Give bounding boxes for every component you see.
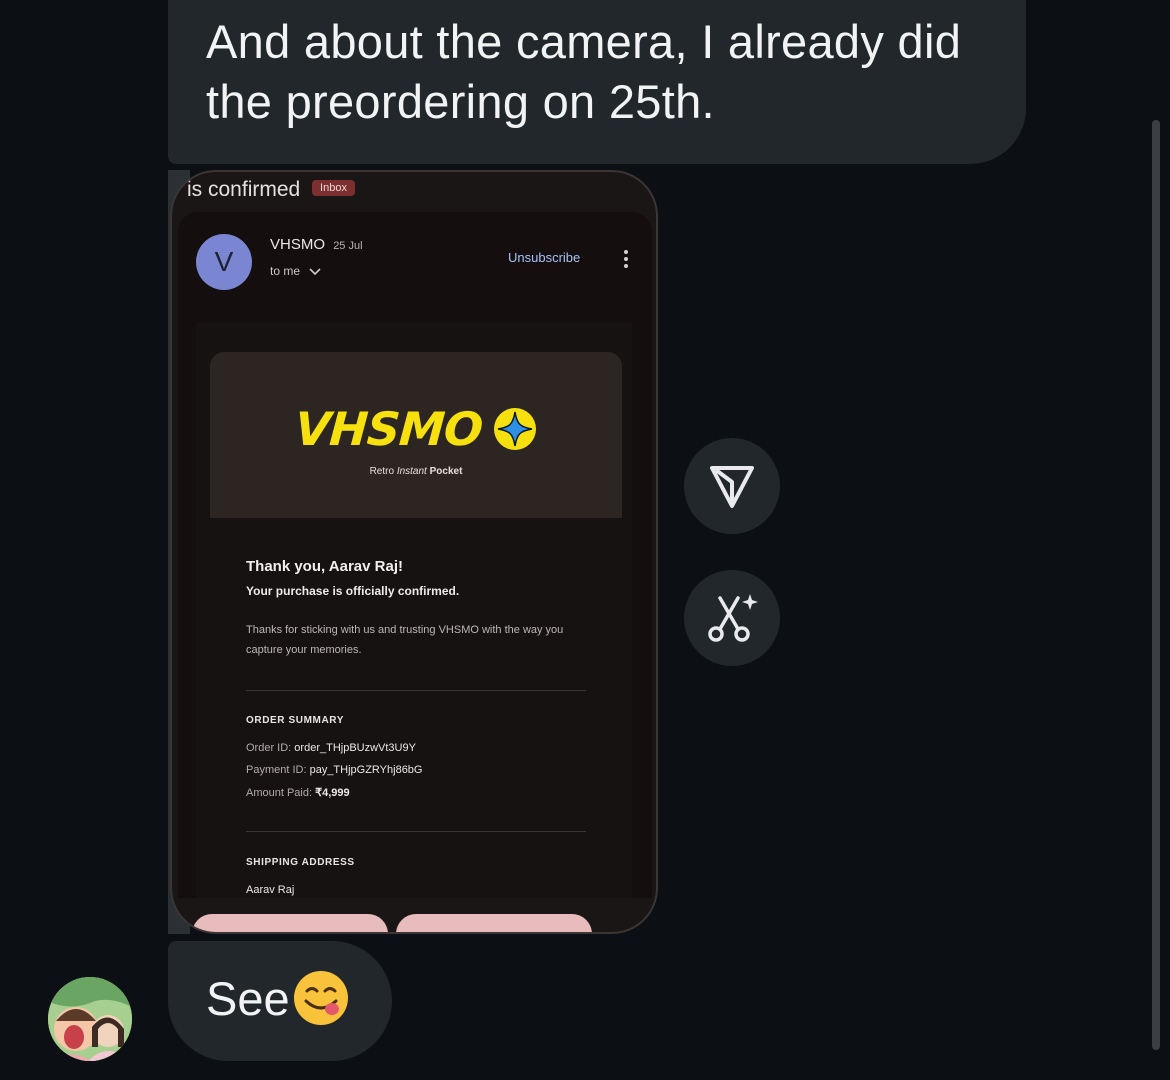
yum-emoji-icon	[293, 970, 348, 1025]
message-text: See	[206, 972, 290, 1025]
order-id-row: Order ID: order_THjpBUzwVt3U9Y	[246, 742, 416, 754]
forward-button[interactable]	[684, 438, 780, 534]
brand-wordmark: VHSMO	[293, 402, 484, 456]
unsubscribe-link: Unsubscribe	[508, 250, 581, 265]
email-card: V VHSMO 25 Jul to me Unsubscribe VHSMO R…	[178, 212, 652, 898]
email-body: VHSMO Retro Instant Pocket Thank you, Aa…	[196, 322, 632, 898]
payment-id-row: Payment ID: pay_THjpGZRYhj86bG	[246, 764, 423, 776]
sender-avatar: V	[196, 234, 252, 290]
cut-ai-icon	[708, 594, 758, 642]
brand-tagline: Retro Instant Pocket	[369, 466, 463, 477]
shared-screenshot[interactable]: is confirmed Inbox V VHSMO 25 Jul to me …	[170, 170, 658, 934]
sender-line: VHSMO 25 Jul	[270, 236, 363, 253]
recipient-text: to me	[270, 264, 301, 278]
bottom-button	[192, 914, 388, 932]
message-bubble-bottom[interactable]: See	[168, 941, 392, 1061]
star-badge-icon	[494, 407, 537, 450]
email-date: 25 Jul	[333, 240, 363, 252]
message-text: And about the camera, I already did the …	[206, 15, 962, 128]
more-options-icon	[618, 248, 634, 270]
recipient-line: to me	[270, 264, 321, 278]
avatar-illustration	[48, 977, 132, 1061]
order-summary-title: ORDER SUMMARY	[246, 715, 344, 726]
sender-profile-avatar[interactable]	[48, 977, 132, 1061]
brand-banner: VHSMO Retro Instant Pocket	[210, 352, 622, 518]
bottom-button	[396, 914, 592, 932]
forward-icon	[710, 466, 754, 508]
confirmation-text: Your purchase is officially confirmed.	[246, 584, 460, 598]
thanks-paragraph: Thanks for sticking with us and trusting…	[246, 624, 564, 656]
message-bubble-top[interactable]: And about the camera, I already did the …	[168, 0, 1026, 164]
divider	[246, 690, 586, 691]
inbox-label: Inbox	[312, 180, 355, 197]
subject-fragment: is confirmed	[187, 178, 301, 201]
sender-name: VHSMO	[270, 236, 326, 253]
shipping-name: Aarav Raj	[246, 884, 295, 896]
scrollbar[interactable]	[1152, 120, 1160, 1050]
email-subject: is confirmed Inbox	[187, 178, 355, 202]
divider	[246, 831, 586, 832]
shipping-address-title: SHIPPING ADDRESS	[246, 857, 355, 868]
thank-you-heading: Thank you, Aarav Raj!	[246, 558, 403, 575]
brand-logo: VHSMO	[210, 402, 622, 456]
chevron-down-icon	[309, 268, 321, 275]
cut-ai-button[interactable]	[684, 570, 780, 666]
amount-paid-row: Amount Paid: ₹4,999	[246, 787, 350, 799]
